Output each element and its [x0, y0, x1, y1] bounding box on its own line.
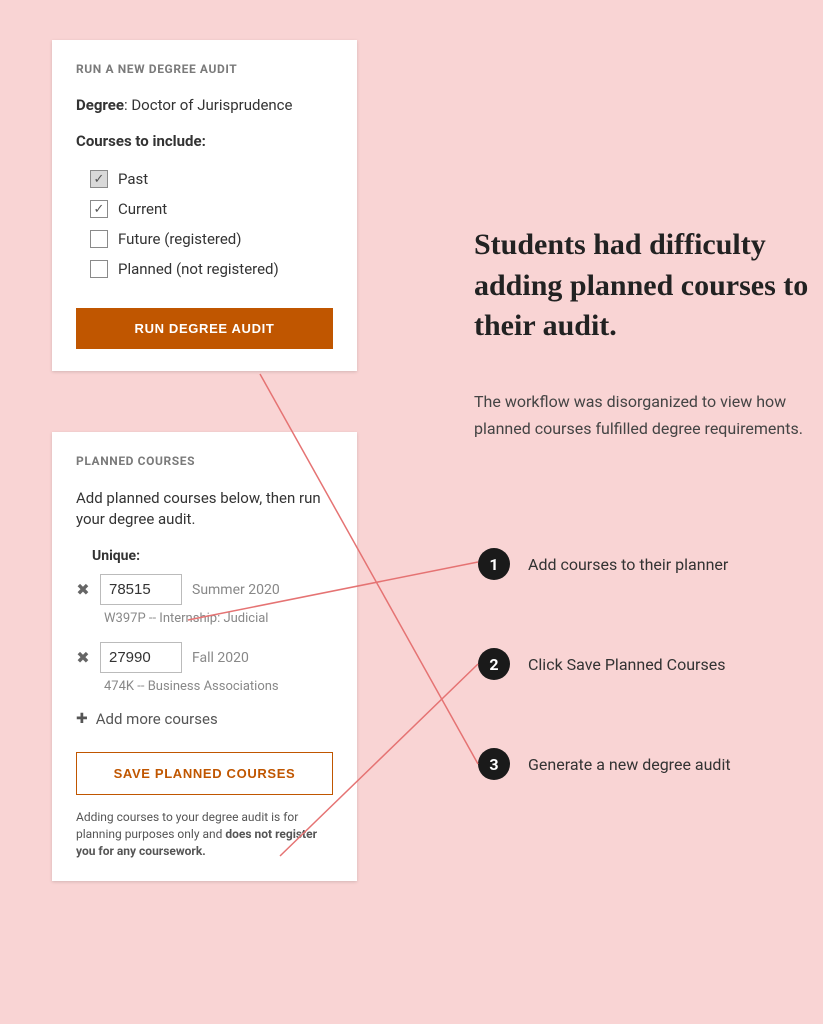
- checkbox-past[interactable]: ✓: [90, 170, 108, 188]
- checkbox-label: Current: [118, 200, 167, 218]
- step-badge: 2: [478, 648, 510, 680]
- planned-panel-title: PLANNED COURSES: [76, 454, 333, 468]
- planned-course-row: ✖ Fall 2020: [76, 642, 333, 673]
- step-row: 3 Generate a new degree audit: [478, 748, 731, 780]
- course-detail: W397P -- Internship: Judicial: [104, 611, 333, 626]
- remove-icon[interactable]: ✖: [76, 648, 90, 667]
- checkbox-planned[interactable]: [90, 260, 108, 278]
- step-row: 1 Add courses to their planner: [478, 548, 728, 580]
- degree-value: : Doctor of Jurisprudence: [124, 96, 293, 114]
- term-label: Summer 2020: [192, 582, 280, 598]
- save-planned-courses-button[interactable]: SAVE PLANNED COURSES: [76, 752, 333, 795]
- step-badge: 3: [478, 748, 510, 780]
- course-detail: 474K -- Business Associations: [104, 679, 333, 694]
- remove-icon[interactable]: ✖: [76, 580, 90, 599]
- planned-description: Add planned courses below, then run your…: [76, 488, 333, 530]
- step-row: 2 Click Save Planned Courses: [478, 648, 725, 680]
- audit-panel: RUN A NEW DEGREE AUDIT Degree: Doctor of…: [52, 40, 357, 371]
- add-more-label: Add more courses: [96, 710, 218, 728]
- add-more-courses[interactable]: ✚ Add more courses: [76, 710, 333, 728]
- term-label: Fall 2020: [192, 650, 249, 666]
- audit-panel-title: RUN A NEW DEGREE AUDIT: [76, 62, 333, 76]
- unique-input[interactable]: [100, 642, 182, 673]
- degree-label: Degree: [76, 96, 124, 114]
- run-degree-audit-button[interactable]: RUN DEGREE AUDIT: [76, 308, 333, 349]
- checkbox-row-future[interactable]: Future (registered): [76, 224, 333, 254]
- checkbox-row-past[interactable]: ✓ Past: [76, 164, 333, 194]
- step-text: Generate a new degree audit: [528, 755, 731, 774]
- checkbox-label: Future (registered): [118, 230, 241, 248]
- checkbox-label: Past: [118, 170, 148, 188]
- subtext: The workflow was disorganized to view ho…: [474, 388, 823, 442]
- checkbox-row-planned[interactable]: Planned (not registered): [76, 254, 333, 284]
- disclaimer: Adding courses to your degree audit is f…: [76, 809, 333, 859]
- headline: Students had difficulty adding planned c…: [474, 225, 814, 347]
- checkbox-current[interactable]: ✓: [90, 200, 108, 218]
- plus-icon: ✚: [76, 711, 88, 727]
- step-text: Add courses to their planner: [528, 555, 728, 574]
- checkbox-label: Planned (not registered): [118, 260, 279, 278]
- unique-label: Unique:: [92, 548, 333, 564]
- planned-panel: PLANNED COURSES Add planned courses belo…: [52, 432, 357, 881]
- step-text: Click Save Planned Courses: [528, 655, 725, 674]
- checkbox-row-current[interactable]: ✓ Current: [76, 194, 333, 224]
- unique-input[interactable]: [100, 574, 182, 605]
- courses-include-label: Courses to include:: [76, 132, 333, 150]
- step-badge: 1: [478, 548, 510, 580]
- degree-line: Degree: Doctor of Jurisprudence: [76, 96, 333, 114]
- planned-course-row: ✖ Summer 2020: [76, 574, 333, 605]
- checkbox-future[interactable]: [90, 230, 108, 248]
